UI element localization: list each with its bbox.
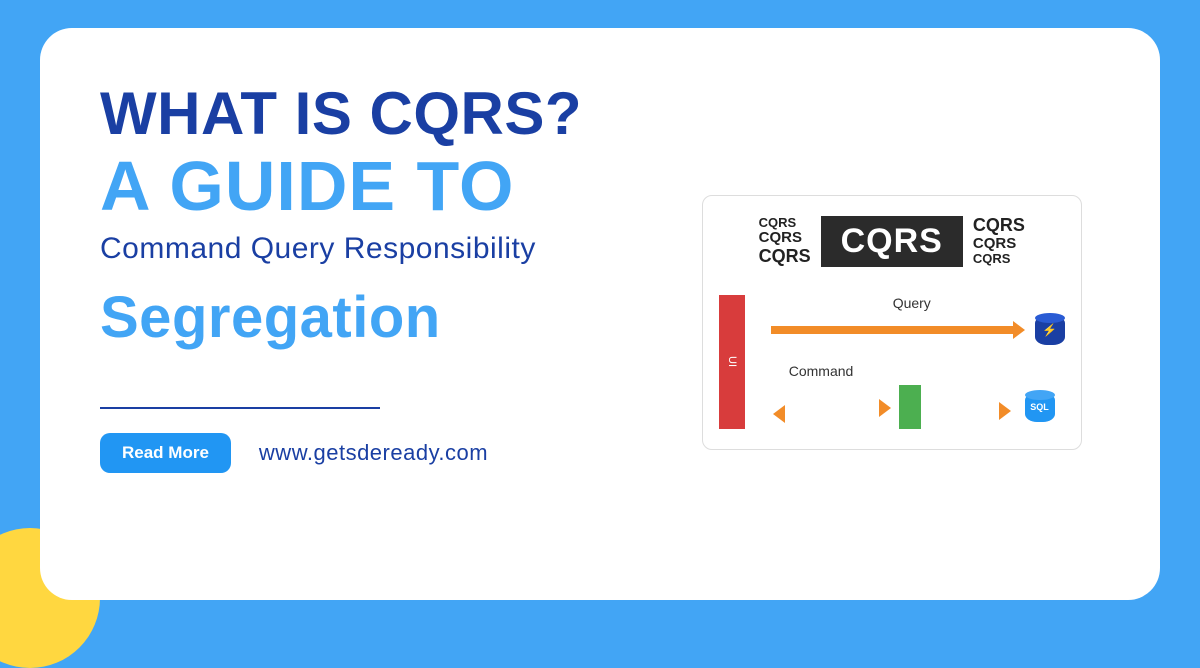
flows-container: Query ⚡ Command (759, 295, 1065, 429)
command-arrows-left (771, 404, 893, 410)
sql-label: SQL (1025, 402, 1055, 412)
query-flow: Query ⚡ (759, 295, 1065, 347)
diagram-section: CQRS CQRS CQRS CQRS CQRS CQRS CQRS UI Qu… (664, 84, 1101, 560)
content-card: WHAT IS CQRS? A GUIDE TO Command Query R… (40, 28, 1160, 600)
text-section: WHAT IS CQRS? A GUIDE TO Command Query R… (100, 84, 664, 560)
cqrs-tag: CQRS (759, 247, 811, 267)
database-icon: ⚡ (1035, 313, 1065, 347)
command-flow: Command (759, 363, 1065, 429)
sql-database-icon: SQL (1025, 390, 1055, 424)
read-more-button[interactable]: Read More (100, 433, 231, 473)
cqrs-tags-right: CQRS CQRS CQRS (973, 216, 1025, 267)
cqrs-badge: CQRS (821, 216, 963, 267)
command-label: Command (789, 363, 1065, 379)
query-label: Query (759, 295, 1065, 311)
ui-block: UI (719, 295, 745, 429)
segregation-text: Segregation (100, 284, 664, 351)
arrow-right-icon (771, 326, 1015, 334)
headline-primary: WHAT IS CQRS? (100, 84, 664, 144)
cqrs-tag: CQRS (973, 236, 1025, 253)
cqrs-tags-left: CQRS CQRS CQRS (759, 216, 811, 267)
diagram-body: UI Query ⚡ C (719, 295, 1065, 429)
query-arrow-row: ⚡ (759, 313, 1065, 347)
cqrs-tag: CQRS (759, 216, 811, 230)
cqrs-tag: CQRS (759, 230, 811, 247)
processor-block (899, 385, 921, 429)
cqrs-tag: CQRS (973, 252, 1025, 266)
bolt-icon: ⚡ (1035, 323, 1065, 337)
diagram-header: CQRS CQRS CQRS CQRS CQRS CQRS CQRS (719, 216, 1065, 267)
divider-line (100, 407, 380, 409)
cqrs-tag: CQRS (973, 216, 1025, 236)
footer-row: Read More www.getsdeready.com (100, 433, 664, 473)
website-url: www.getsdeready.com (259, 440, 488, 466)
headline-secondary: A GUIDE TO (100, 150, 664, 224)
cqrs-diagram: CQRS CQRS CQRS CQRS CQRS CQRS CQRS UI Qu… (702, 195, 1082, 450)
subtitle-text: Command Query Responsibility (100, 232, 664, 266)
command-top-row: SQL (759, 385, 1065, 429)
